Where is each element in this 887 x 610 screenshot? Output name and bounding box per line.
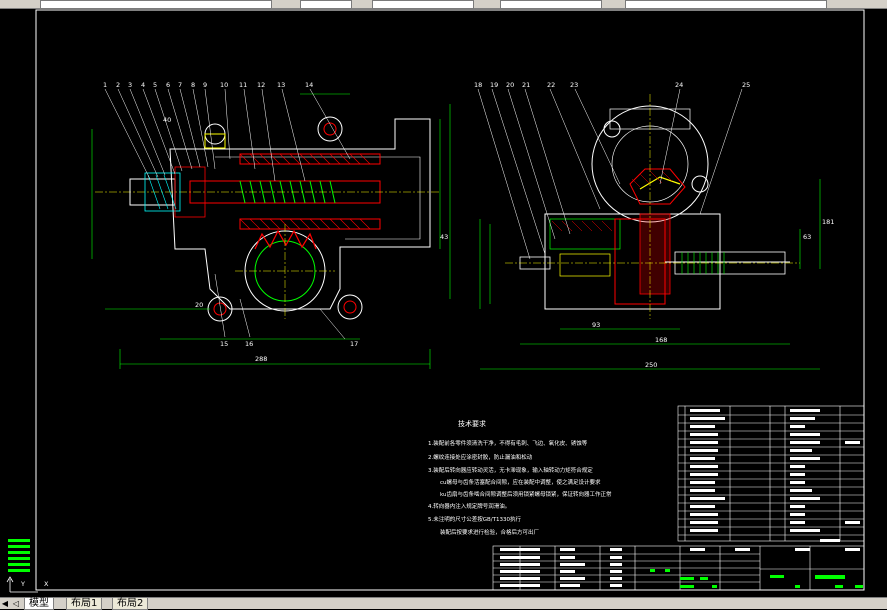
toolbar-field[interactable] [372,0,474,9]
part-number: 24 [675,81,683,89]
note-item: ku齿扇与齿条啮合间隙调整后须用锁紧螺母锁紧，保证转向器工作正常 [440,492,612,498]
dimension-label: 250 [645,361,657,369]
part-number: 10 [220,81,228,89]
top-toolbar [0,0,887,9]
part-number: 23 [570,81,578,89]
part-number: 8 [191,81,195,89]
note-item: 4.转向器内注入规定牌号润滑油。 [428,504,511,510]
tab-nav-prev-icon[interactable]: ◁ [11,598,21,609]
part-number: 7 [178,81,182,89]
note-item: 5.未注明的尺寸公差按GB/T1330执行 [428,517,521,523]
dimension-label: 43 [440,233,448,241]
part-number: 19 [490,81,498,89]
right-section-view [477,88,821,370]
parts-list-glyphs [690,409,860,532]
note-item: cu螺母与齿条活塞配合间隙，应在装配中调整，使之满足设计要求 [440,480,601,486]
toolbar-field[interactable] [500,0,602,9]
part-number: 18 [474,81,482,89]
left-legend-blocks [8,539,30,572]
part-number: 16 [245,340,253,348]
toolbar-field[interactable] [40,0,272,9]
dimension-label: 40 [163,116,171,124]
tab-layout1[interactable]: 布局1 [66,598,103,610]
ucs-y-label: Y [20,580,25,588]
notes-title: 技术要求 [458,420,486,428]
part-number: 22 [547,81,555,89]
title-block-green-marks [650,569,863,588]
dimension-label: 168 [655,336,667,344]
dimension-label: 63 [803,233,811,241]
note-item: 3.装配后转向器应转动灵活，无卡滞现象，输入轴转动力矩符合规定 [428,468,593,474]
part-number: 9 [203,81,207,89]
layout-tab-bar: ◀ ◁ 模型 布局1 布局2 [0,597,887,610]
note-item: 1.装配前各零件须清洗干净，不得有毛刺、飞边、氧化皮、锈蚀等 [428,441,588,447]
part-number: 14 [305,81,313,89]
part-number: 1 [103,81,107,89]
dimension-label: 93 [592,321,600,329]
part-number: 6 [166,81,170,89]
left-part-labels: 1 2 3 4 5 6 7 8 9 10 11 12 13 14 15 16 1… [103,81,448,363]
dimension-label: 288 [255,355,267,363]
part-number: 5 [153,81,157,89]
toolbar-field[interactable] [300,0,352,9]
title-block [492,545,865,591]
tab-model[interactable]: 模型 [24,598,54,610]
part-number: 2 [116,81,120,89]
part-number: 12 [257,81,265,89]
tab-layout2[interactable]: 布局2 [112,598,149,610]
part-number: 15 [220,340,228,348]
part-number: 11 [239,81,247,89]
tab-nav-first-icon[interactable]: ◀ [0,598,10,609]
dimension-label: 181 [822,218,834,226]
part-number: 20 [506,81,514,89]
part-number: 13 [277,81,285,89]
part-number: 25 [742,81,750,89]
note-item: 2.螺纹连接处应涂密封胶，防止漏油和松动 [428,455,533,461]
toolbar-field[interactable] [625,0,827,9]
part-number: 17 [350,340,358,348]
part-number: 3 [128,81,132,89]
part-number: 21 [522,81,530,89]
note-item: 装配后按要求进行检验，合格后方可出厂 [440,530,540,536]
ucs-x-label: X [44,580,49,588]
part-number: 4 [141,81,145,89]
left-section-view [91,88,451,369]
dimension-label: 20 [195,301,203,309]
